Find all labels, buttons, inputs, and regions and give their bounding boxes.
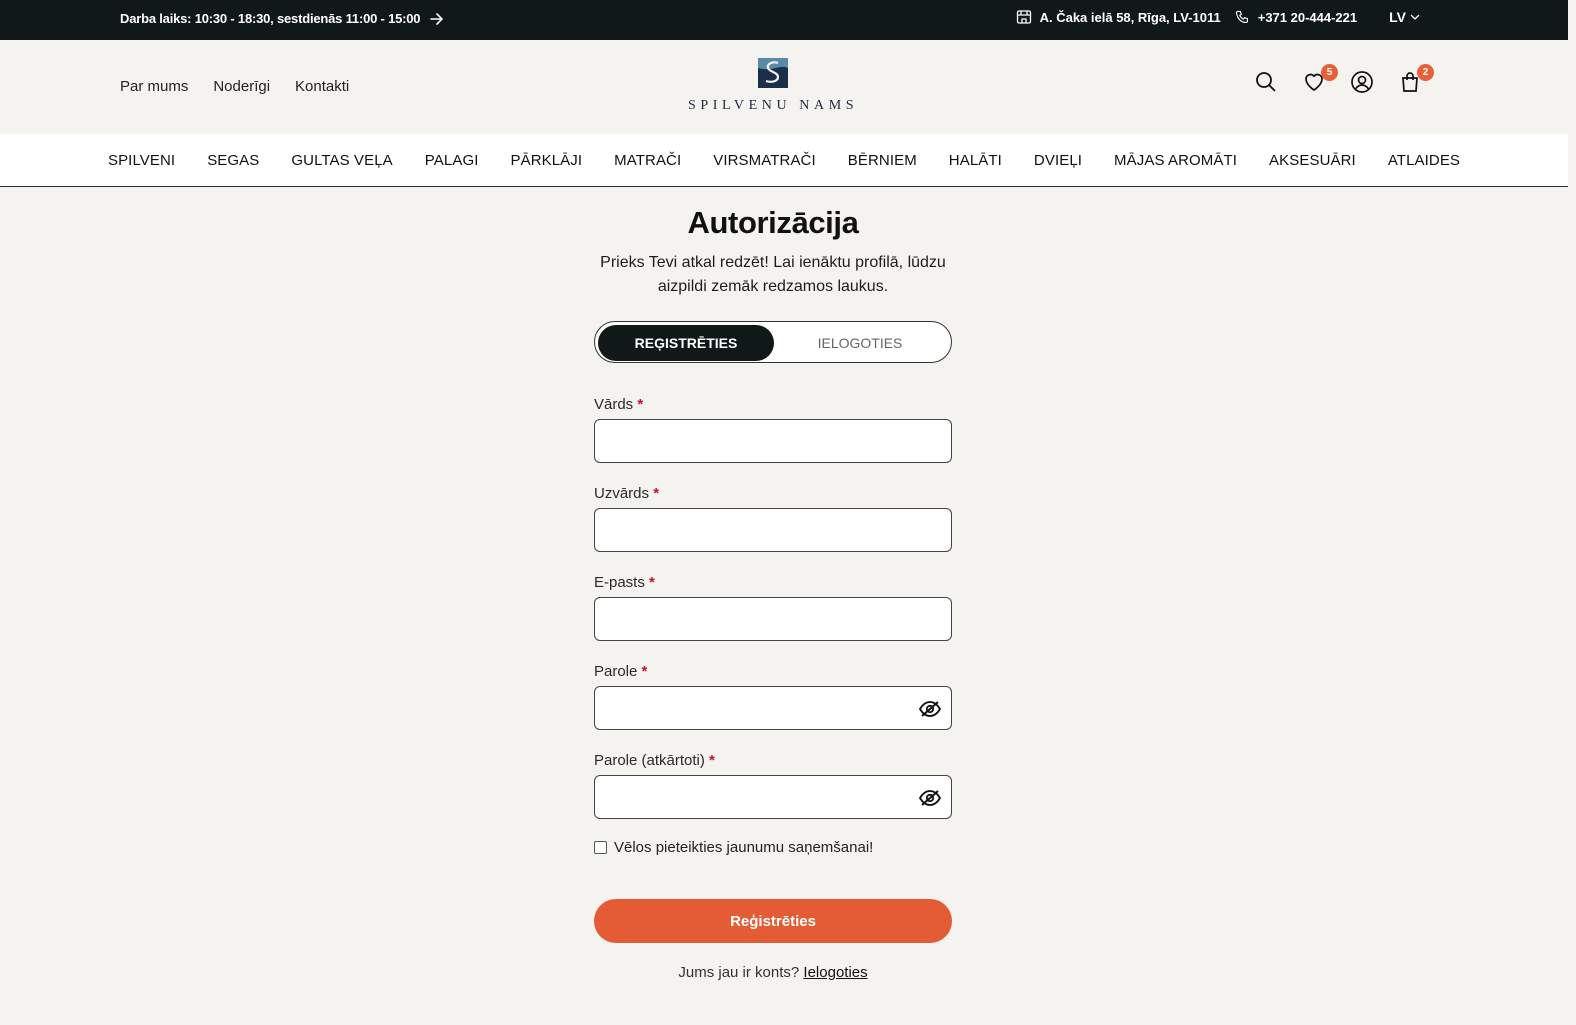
cart-badge: 2	[1417, 64, 1434, 81]
tab-register[interactable]: REĢISTRĒTIES	[598, 325, 774, 361]
register-button[interactable]: Reģistrēties	[594, 899, 952, 943]
wishlist-badge: 5	[1321, 64, 1338, 81]
tab-login[interactable]: IELOGOTIES	[772, 325, 948, 361]
header-icons: 5 2	[1254, 64, 1434, 98]
phone-icon	[1235, 10, 1250, 25]
nav-item[interactable]: VIRSMATRAČI	[713, 152, 816, 169]
eye-off-icon[interactable]	[918, 700, 942, 723]
heart-icon	[1302, 73, 1326, 98]
language-selector[interactable]: LV	[1389, 9, 1420, 25]
newsletter-label: Vēlos pieteikties jaunumu saņemšanai!	[614, 839, 874, 856]
phone-text: +371 20-444-221	[1257, 9, 1358, 25]
auth-tabs: REĢISTRĒTIES IELOGOTIES	[594, 321, 952, 363]
email-input[interactable]	[594, 597, 952, 641]
nav-item[interactable]: PALAGI	[425, 152, 479, 169]
language-label: LV	[1389, 9, 1406, 25]
logo[interactable]: SPILVENU NAMS	[688, 58, 858, 114]
nav-item[interactable]: DVIEĻI	[1034, 152, 1082, 169]
account-button[interactable]	[1350, 70, 1374, 96]
password-repeat-field: Parole (atkārtoti) *	[594, 752, 952, 819]
login-prompt-text: Jums jau ir konts?	[678, 964, 800, 981]
user-icon	[1350, 71, 1374, 98]
page-title: Autorizācija	[687, 205, 859, 240]
nav-item[interactable]: SPILVENI	[108, 152, 175, 169]
cart-button[interactable]: 2	[1398, 64, 1434, 98]
chevron-down-icon	[1410, 14, 1420, 20]
nav-item[interactable]: HALĀTI	[949, 152, 1002, 169]
password-input[interactable]	[594, 686, 952, 730]
nav-item[interactable]: MATRAČI	[614, 152, 681, 169]
address-text: A. Čaka ielā 58, Rīga, LV-1011	[1039, 9, 1221, 25]
nav-item[interactable]: ATLAIDES	[1388, 152, 1460, 169]
nav-item[interactable]: MĀJAS AROMĀTI	[1114, 152, 1237, 169]
page-subtitle: Prieks Tevi atkal redzēt! Lai ienāktu pr…	[600, 254, 946, 295]
arrow-right-icon	[430, 12, 444, 25]
nav-item[interactable]: AKSESUĀRI	[1269, 152, 1356, 169]
last-name-input[interactable]	[594, 508, 952, 552]
email-label: E-pasts *	[594, 574, 655, 591]
auth-form: Autorizācija Prieks Tevi atkal redzēt! L…	[594, 205, 952, 981]
link-about[interactable]: Par mums	[120, 78, 188, 95]
password-repeat-input[interactable]	[594, 775, 952, 819]
nav-item[interactable]: BĒRNIEM	[848, 152, 917, 169]
link-useful[interactable]: Noderīgi	[213, 78, 270, 95]
nav-item[interactable]: PĀRKLĀJI	[510, 152, 582, 169]
phone[interactable]: +371 20-444-221	[1235, 10, 1357, 25]
first-name-input[interactable]	[594, 419, 952, 463]
main-nav: SPILVENI SEGAS GULTAS VEĻA PALAGI PĀRKLĀ…	[0, 134, 1568, 187]
last-name-field: Uzvārds *	[594, 485, 952, 552]
header-links: Par mums Noderīgi Kontakti	[120, 78, 349, 95]
wishlist-button[interactable]: 5	[1302, 64, 1338, 98]
first-name-field: Vārds *	[594, 396, 952, 463]
login-link[interactable]: Ielogoties	[803, 964, 867, 981]
password-field: Parole *	[594, 663, 952, 730]
email-field: E-pasts *	[594, 574, 952, 641]
nav-item[interactable]: GULTAS VEĻA	[291, 152, 392, 169]
header: Par mums Noderīgi Kontakti SPILVENU NAMS…	[0, 40, 1568, 134]
link-contacts[interactable]: Kontakti	[295, 78, 349, 95]
opening-hours-text: Darba laiks: 10:30 - 18:30, sestdienās 1…	[120, 11, 421, 26]
eye-off-icon[interactable]	[918, 789, 942, 812]
login-prompt: Jums jau ir konts? Ielogoties	[594, 964, 952, 981]
top-bar: Darba laiks: 10:30 - 18:30, sestdienās 1…	[0, 0, 1568, 40]
address[interactable]: A. Čaka ielā 58, Rīga, LV-1011	[1016, 9, 1221, 25]
search-icon[interactable]	[1254, 70, 1278, 96]
password-label: Parole *	[594, 663, 648, 680]
shopping-bag-icon	[1398, 72, 1422, 98]
logo-text: SPILVENU NAMS	[688, 98, 859, 113]
newsletter-row[interactable]: Vēlos pieteikties jaunumu saņemšanai!	[594, 839, 952, 856]
logo-mark-icon	[758, 58, 788, 88]
first-name-label: Vārds *	[594, 396, 644, 413]
opening-hours[interactable]: Darba laiks: 10:30 - 18:30, sestdienās 1…	[120, 11, 444, 26]
nav-item[interactable]: SEGAS	[207, 152, 259, 169]
store-icon	[1016, 9, 1032, 25]
last-name-label: Uzvārds *	[594, 485, 660, 502]
password-repeat-label: Parole (atkārtoti) *	[594, 752, 715, 769]
newsletter-checkbox[interactable]	[594, 841, 607, 854]
